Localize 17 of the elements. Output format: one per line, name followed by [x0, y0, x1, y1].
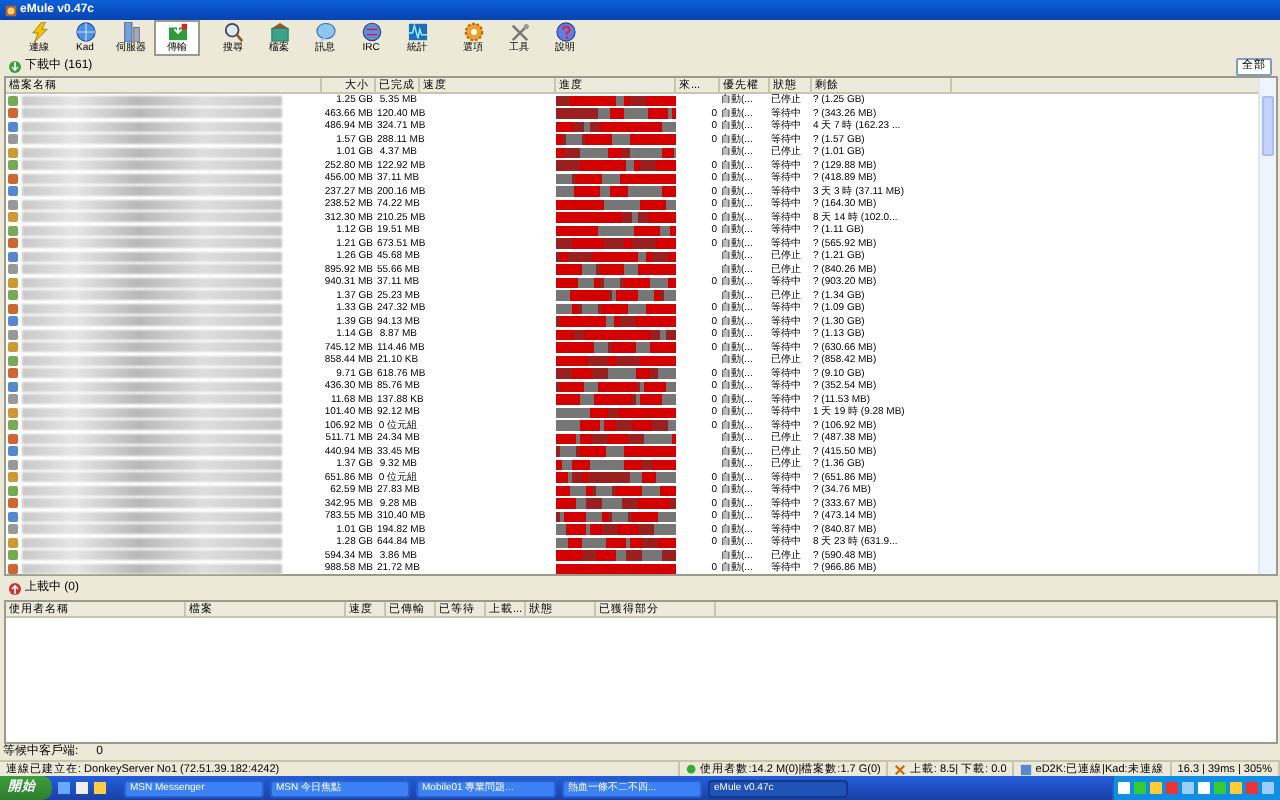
- tools-icon: [507, 22, 531, 42]
- globe-icon: [73, 22, 97, 42]
- network-icon: [1020, 763, 1033, 775]
- bubble-icon: [313, 22, 337, 42]
- server-icon: [119, 22, 143, 42]
- users-icon: [685, 763, 698, 775]
- upload-icon: [8, 582, 22, 596]
- help-icon: [553, 22, 577, 42]
- box-icon: [267, 22, 291, 42]
- globe-bubble-icon: [359, 22, 383, 42]
- scrollbar[interactable]: [1257, 78, 1275, 574]
- gear-icon: [461, 22, 485, 42]
- search-icon: [221, 22, 245, 42]
- lightning-icon: [27, 22, 51, 42]
- app-icon: [3, 3, 17, 17]
- chart-icon: [405, 22, 429, 42]
- scrollbar-thumb[interactable]: [1261, 96, 1273, 156]
